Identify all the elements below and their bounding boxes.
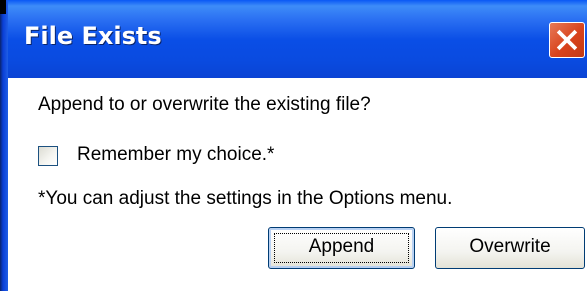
overwrite-button[interactable]: Overwrite	[435, 227, 585, 269]
overwrite-button-label: Overwrite	[469, 236, 551, 257]
close-icon	[556, 29, 578, 51]
window-frame-left	[0, 0, 8, 291]
question-text: Append to or overwrite the existing file…	[38, 94, 371, 115]
title-bar[interactable]: File Exists	[0, 0, 587, 78]
dialog-body: Append to or overwrite the existing file…	[8, 78, 587, 291]
remember-choice-label[interactable]: Remember my choice.*	[77, 144, 274, 166]
close-button[interactable]	[549, 22, 585, 58]
append-button[interactable]: Append	[268, 227, 415, 269]
remember-choice-checkbox[interactable]	[38, 146, 58, 166]
focus-ring	[274, 233, 409, 263]
window-title: File Exists	[24, 22, 162, 50]
file-exists-dialog: File Exists Append to or overwrite the e…	[0, 0, 587, 291]
window-frame-corner	[0, 0, 6, 14]
options-note: *You can adjust the settings in the Opti…	[38, 188, 453, 209]
